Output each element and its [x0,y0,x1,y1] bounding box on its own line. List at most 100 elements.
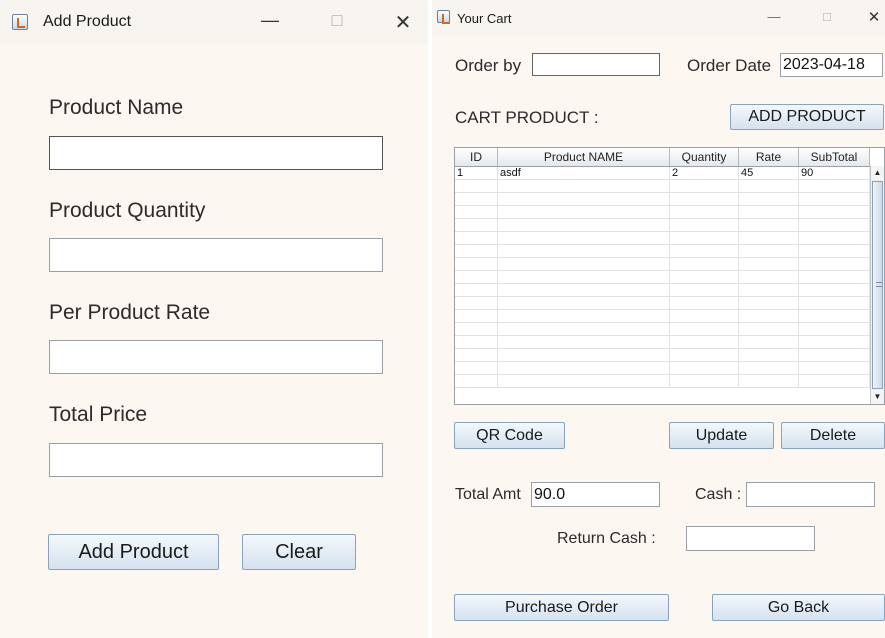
empty-cell[interactable] [739,206,799,218]
close-icon[interactable]: ✕ [392,10,414,35]
empty-cell[interactable] [739,219,799,231]
empty-cell[interactable] [799,362,870,374]
table-row-empty[interactable] [455,245,870,258]
table-row-empty[interactable] [455,180,870,193]
add-product-button[interactable]: ADD PRODUCT [730,104,884,130]
table-row-empty[interactable] [455,258,870,271]
empty-cell[interactable] [739,362,799,374]
empty-cell[interactable] [498,232,670,244]
return-cash-input[interactable] [686,526,815,551]
empty-cell[interactable] [799,245,870,257]
cart-titlebar[interactable]: Your Cart — □ ✕ [432,0,885,36]
empty-cell[interactable] [670,193,739,205]
empty-cell[interactable] [670,349,739,361]
cell-quantity[interactable]: 2 [670,167,739,179]
maximize-icon[interactable]: □ [326,10,348,31]
empty-cell[interactable] [455,232,498,244]
table-row-empty[interactable] [455,206,870,219]
empty-cell[interactable] [799,284,870,296]
update-button[interactable]: Update [669,422,774,449]
cell-rate[interactable]: 45 [739,167,799,179]
empty-cell[interactable] [739,297,799,309]
empty-cell[interactable] [670,245,739,257]
empty-cell[interactable] [670,375,739,387]
empty-cell[interactable] [739,310,799,322]
product-quantity-input[interactable] [49,238,383,272]
empty-cell[interactable] [799,219,870,231]
empty-cell[interactable] [498,258,670,270]
table-row-empty[interactable] [455,193,870,206]
empty-cell[interactable] [670,323,739,335]
total-amt-input[interactable] [531,482,660,507]
empty-cell[interactable] [739,336,799,348]
go-back-button[interactable]: Go Back [712,594,885,621]
table-row-empty[interactable] [455,297,870,310]
empty-cell[interactable] [670,232,739,244]
empty-cell[interactable] [670,258,739,270]
scroll-up-icon[interactable]: ▲ [871,166,884,180]
empty-cell[interactable] [799,297,870,309]
empty-cell[interactable] [670,219,739,231]
cell-id[interactable]: 1 [455,167,498,179]
vertical-scrollbar[interactable]: ▲ ▼ [870,166,884,404]
empty-cell[interactable] [455,245,498,257]
minimize-icon[interactable]: — [765,9,783,24]
empty-cell[interactable] [739,271,799,283]
delete-button[interactable]: Delete [781,422,885,449]
clear-button[interactable]: Clear [242,534,356,570]
per-product-rate-input[interactable] [49,340,383,374]
product-name-input[interactable] [49,136,383,170]
empty-cell[interactable] [739,323,799,335]
empty-cell[interactable] [799,310,870,322]
empty-cell[interactable] [799,336,870,348]
empty-cell[interactable] [498,271,670,283]
empty-cell[interactable] [455,219,498,231]
table-row-empty[interactable] [455,271,870,284]
table-row-empty[interactable] [455,375,870,388]
empty-cell[interactable] [498,206,670,218]
empty-cell[interactable] [799,375,870,387]
table-row-empty[interactable] [455,310,870,323]
empty-cell[interactable] [670,180,739,192]
cash-input[interactable] [746,482,875,507]
empty-cell[interactable] [799,206,870,218]
table-row-empty[interactable] [455,219,870,232]
empty-cell[interactable] [498,323,670,335]
empty-cell[interactable] [455,271,498,283]
empty-cell[interactable] [455,336,498,348]
close-icon[interactable]: ✕ [865,8,883,26]
empty-cell[interactable] [670,284,739,296]
empty-cell[interactable] [498,245,670,257]
empty-cell[interactable] [670,336,739,348]
empty-cell[interactable] [498,336,670,348]
table-row[interactable]: 1 asdf 2 45 90 [455,167,870,180]
empty-cell[interactable] [455,310,498,322]
empty-cell[interactable] [455,375,498,387]
empty-cell[interactable] [455,193,498,205]
empty-cell[interactable] [498,362,670,374]
add-product-titlebar[interactable]: Add Product — □ ✕ [0,0,428,44]
column-header-subtotal[interactable]: SubTotal [799,148,870,166]
empty-cell[interactable] [498,297,670,309]
cart-table[interactable]: ID Product NAME Quantity Rate SubTotal 1… [454,147,885,405]
empty-cell[interactable] [498,193,670,205]
empty-cell[interactable] [739,245,799,257]
empty-cell[interactable] [455,284,498,296]
empty-cell[interactable] [739,349,799,361]
column-header-id[interactable]: ID [455,148,498,166]
empty-cell[interactable] [799,232,870,244]
empty-cell[interactable] [455,297,498,309]
scroll-down-icon[interactable]: ▼ [871,390,884,404]
empty-cell[interactable] [799,258,870,270]
order-by-input[interactable] [532,53,660,76]
minimize-icon[interactable]: — [259,10,281,31]
total-price-input[interactable] [49,443,383,477]
empty-cell[interactable] [455,323,498,335]
empty-cell[interactable] [498,349,670,361]
empty-cell[interactable] [739,180,799,192]
empty-cell[interactable] [799,271,870,283]
empty-cell[interactable] [799,323,870,335]
column-header-quantity[interactable]: Quantity [670,148,739,166]
table-row-empty[interactable] [455,349,870,362]
empty-cell[interactable] [455,258,498,270]
